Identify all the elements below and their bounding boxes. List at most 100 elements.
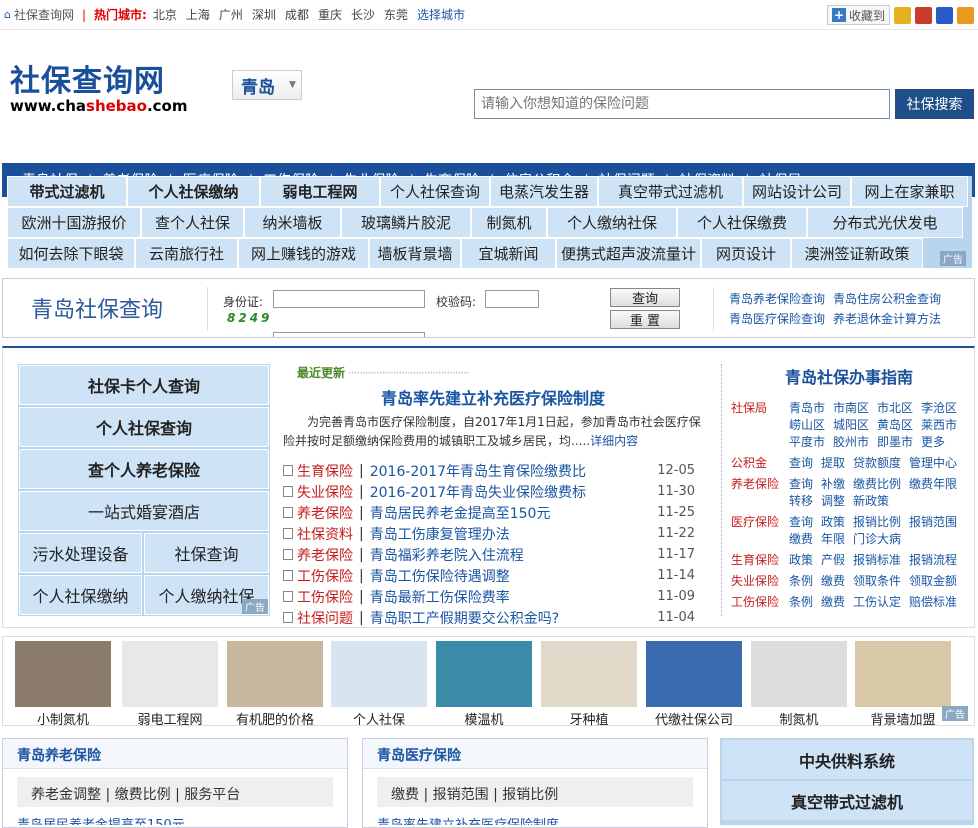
guide-link[interactable]: 莱西市 <box>921 417 957 434</box>
ad-link[interactable]: 查个人养老保险 <box>19 449 269 489</box>
box-title[interactable]: 青岛养老保险 <box>3 739 347 769</box>
ad-link[interactable]: 社保查询 <box>144 533 269 573</box>
guide-link[interactable]: 条例 <box>789 594 813 611</box>
ad-link[interactable]: 个人社保缴纳 <box>127 176 260 207</box>
news-title-link[interactable]: 2016-2017年青岛失业保险缴费标 <box>370 482 586 502</box>
guide-category-link[interactable]: 医疗保险 <box>731 514 789 548</box>
ad-link[interactable]: 网上赚钱的游戏 <box>238 238 369 269</box>
guide-link[interactable]: 政策 <box>789 552 813 569</box>
headline-link[interactable]: 青岛率先建立补充医疗保险制度 <box>283 385 703 409</box>
city-link[interactable]: 北京 <box>153 8 177 22</box>
ad-link[interactable]: 电蒸汽发生器 <box>490 176 598 207</box>
city-link[interactable]: 东莞 <box>384 8 408 22</box>
ad-link[interactable]: 欧洲十国游报价 <box>7 207 141 238</box>
news-title-link[interactable]: 青岛福彩养老院入住流程 <box>370 545 524 565</box>
guide-link[interactable]: 管理中心 <box>909 455 957 472</box>
news-title-link[interactable]: 2016-2017年青岛生育保险缴费比 <box>370 461 586 481</box>
ad-link[interactable]: 纳米墙板 <box>244 207 341 238</box>
ad-link[interactable]: 污水处理设备 <box>19 533 142 573</box>
guide-link[interactable]: 产假 <box>821 552 845 569</box>
guide-category-link[interactable]: 失业保险 <box>731 573 789 590</box>
ad-link[interactable]: 云南旅行社 <box>135 238 238 269</box>
guide-link[interactable]: 市北区 <box>877 400 913 417</box>
ad-link[interactable]: 真空带式过滤机 <box>722 781 972 820</box>
box-title[interactable]: 青岛医疗保险 <box>363 739 707 769</box>
ad-link[interactable]: 中央供料系统 <box>722 740 972 779</box>
ad-link[interactable]: 带式过滤机 <box>7 176 127 207</box>
guide-link[interactable]: 领取金额 <box>909 573 957 590</box>
ad-link[interactable]: 个人社保缴纳 <box>19 575 142 615</box>
housing-fund-query-link[interactable]: 青岛住房公积金查询 <box>833 290 941 307</box>
guide-link[interactable]: 查询 <box>789 514 813 531</box>
image-ad[interactable]: 牙种植 <box>541 641 637 728</box>
news-category-link[interactable]: 失业保险 <box>297 482 353 502</box>
guide-link[interactable]: 年限 <box>821 531 845 548</box>
guide-link[interactable]: 缴费比例 <box>853 476 901 493</box>
list-item[interactable]: 青岛率先建立补充医疗保险制度 <box>377 813 693 825</box>
pension-calc-link[interactable]: 养老退休金计算方法 <box>833 310 941 327</box>
guide-link[interactable]: 胶州市 <box>833 434 869 451</box>
news-title-link[interactable]: 青岛工伤保险待遇调整 <box>370 566 510 586</box>
ad-link[interactable]: 个人社保查询 <box>380 176 490 207</box>
guide-link[interactable]: 报销比例 <box>853 514 901 531</box>
ad-link[interactable]: 个人社保缴费 <box>677 207 807 238</box>
search-input[interactable] <box>474 89 890 119</box>
image-ad[interactable]: 背景墙加盟 <box>855 641 951 728</box>
baidu-paw-icon[interactable] <box>936 6 953 24</box>
news-category-link[interactable]: 生育保险 <box>297 461 353 481</box>
search-button[interactable]: 社保搜索 <box>895 89 974 119</box>
guide-link[interactable]: 即墨市 <box>877 434 913 451</box>
guide-link[interactable]: 黄岛区 <box>877 417 913 434</box>
list-item[interactable]: 青岛居民养老金提高至150元 <box>17 813 333 825</box>
ad-link[interactable]: 玻璃鳞片胶泥 <box>341 207 471 238</box>
more-link[interactable]: 详细内容 <box>590 434 638 448</box>
guide-link[interactable]: 报销标准 <box>853 552 901 569</box>
id-number-input[interactable] <box>273 290 425 308</box>
image-ad[interactable]: 模温机 <box>436 641 532 728</box>
ad-link[interactable]: 查个人社保 <box>141 207 244 238</box>
ad-link[interactable]: 真空带式过滤机 <box>598 176 743 207</box>
ad-link[interactable]: 弱电工程网 <box>260 176 380 207</box>
medical-tag-links[interactable]: 缴费 | 报销范围 | 报销比例 <box>377 777 693 807</box>
guide-category-link[interactable]: 社保局 <box>731 400 789 451</box>
image-ad[interactable]: 个人社保 <box>331 641 427 728</box>
guide-link[interactable]: 查询 <box>789 455 813 472</box>
image-ad[interactable]: 制氮机 <box>751 641 847 728</box>
city-link[interactable]: 上海 <box>186 8 210 22</box>
guide-link[interactable]: 门诊大病 <box>853 531 901 548</box>
ad-link[interactable]: 便携式超声波流量计 <box>556 238 701 269</box>
guide-link[interactable]: 贷款额度 <box>853 455 901 472</box>
qq-bookmark-icon[interactable] <box>957 6 974 24</box>
query-button[interactable]: 查询 <box>610 288 680 307</box>
news-category-link[interactable]: 社保资料 <box>297 524 353 544</box>
city-link[interactable]: 深圳 <box>252 8 276 22</box>
guide-link[interactable]: 工伤认定 <box>853 594 901 611</box>
sina-bookmark-icon[interactable] <box>915 6 932 24</box>
guide-link[interactable]: 报销范围 <box>909 514 957 531</box>
ad-link[interactable]: 个人缴纳社保 <box>547 207 677 238</box>
guide-link[interactable]: 条例 <box>789 573 813 590</box>
guide-link[interactable]: 转移 <box>789 493 813 510</box>
guide-link[interactable]: 李沧区 <box>921 400 957 417</box>
city-selector[interactable]: 青岛 ▼ <box>232 70 302 100</box>
site-home-link[interactable]: ⌂ 社保查询网 <box>4 6 74 23</box>
ad-link[interactable]: 网站设计公司 <box>743 176 851 207</box>
ad-link[interactable]: 网页设计 <box>701 238 791 269</box>
medical-query-link[interactable]: 青岛医疗保险查询 <box>729 310 825 327</box>
ad-link[interactable]: 社保卡个人查询 <box>19 365 269 405</box>
news-category-link[interactable]: 养老保险 <box>297 545 353 565</box>
choose-city-link[interactable]: 选择城市 <box>417 6 465 23</box>
pension-tag-links[interactable]: 养老金调整 | 缴费比例 | 服务平台 <box>17 777 333 807</box>
guide-category-link[interactable]: 公积金 <box>731 455 789 472</box>
image-ad[interactable]: 弱电工程网 <box>122 641 218 728</box>
guide-link[interactable]: 缴费 <box>789 531 813 548</box>
guide-link[interactable]: 补缴 <box>821 476 845 493</box>
guide-category-link[interactable]: 养老保险 <box>731 476 789 510</box>
ad-link[interactable]: 一站式婚宴酒店 <box>19 491 269 531</box>
name-input[interactable] <box>273 332 425 337</box>
ad-link[interactable]: 宜城新闻 <box>461 238 556 269</box>
guide-link[interactable]: 崂山区 <box>789 417 825 434</box>
guide-link[interactable]: 城阳区 <box>833 417 869 434</box>
city-link[interactable]: 长沙 <box>351 8 375 22</box>
ad-link[interactable]: 制氮机 <box>471 207 547 238</box>
